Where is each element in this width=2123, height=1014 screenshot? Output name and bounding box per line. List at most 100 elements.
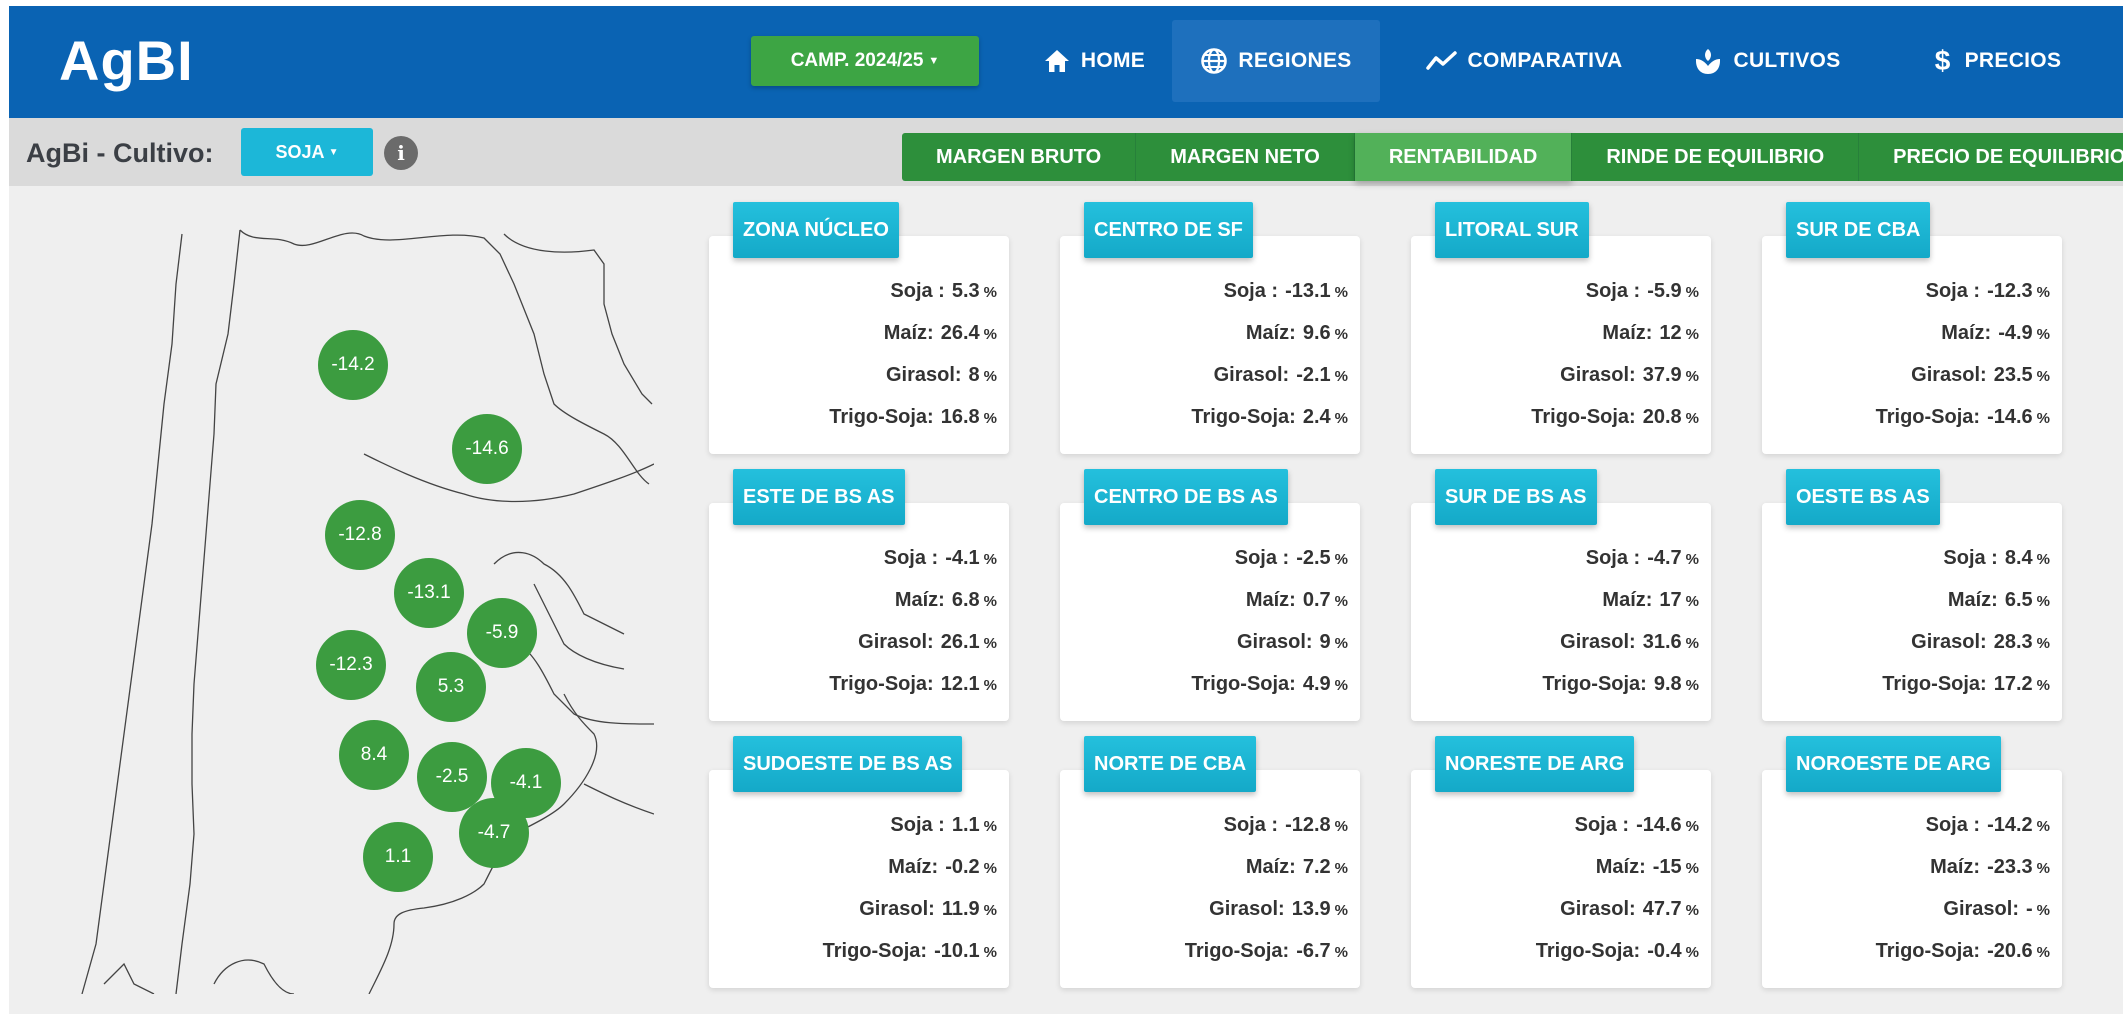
crop-name: Girasol: — [1209, 898, 1285, 920]
crop-value: 6.8 — [951, 589, 980, 611]
map-bubble-centro-sf[interactable]: -13.1 — [394, 558, 464, 628]
map-bubble-noreste[interactable]: -14.6 — [452, 414, 522, 484]
crop-value-row: Soja : -12.3% — [1876, 280, 2050, 322]
percent-unit: % — [983, 593, 997, 610]
crop-name: Girasol: — [1560, 631, 1636, 653]
crop-name: Soja : — [890, 814, 945, 836]
nav-home[interactable]: HOME — [1019, 20, 1169, 102]
region-card[interactable]: ESTE DE BS AS Soja : -4.1% Maíz: 6.8% Girasol… — [709, 469, 1009, 721]
crop-value-row: Trigo-Soja: -0.4% — [1536, 940, 1699, 982]
nav-regiones[interactable]: REGIONES — [1172, 20, 1380, 102]
crop-value: 9.6 — [1302, 322, 1331, 344]
campaign-dropdown[interactable]: CAMP. 2024/25 ▼ — [751, 36, 979, 86]
nav-comparativa[interactable]: COMPARATIVA — [1409, 20, 1639, 102]
crop-value: -14.2 — [1987, 814, 2033, 836]
region-card[interactable]: SUDOESTE DE BS AS Soja :1.1% Maíz: -0.2% Gir… — [709, 736, 1009, 988]
region-card[interactable]: ZONA NÚCLEO Soja : 5.3% Maíz: 26.4% Girasol: 8… — [709, 202, 1009, 454]
tab-margen-bruto[interactable]: MARGEN BRUTO — [902, 133, 1137, 181]
crop-value-row: Girasol: 26.1% — [829, 631, 997, 673]
region-card[interactable]: NORESTE DE ARG Soja : -14.6% Maíz: -15% Giras… — [1411, 736, 1711, 988]
crop-value-row: Soja : -14.6% — [1536, 814, 1699, 856]
crop-name: Girasol: — [1213, 364, 1290, 386]
crop-value: -0.2 — [945, 856, 980, 878]
region-card-title: NOROESTE DE ARG — [1786, 736, 2001, 792]
tab-rentabilidad[interactable]: RENTABILIDAD — [1354, 133, 1573, 181]
crop-value: -13.1 — [1285, 280, 1331, 302]
crop-value: - — [2025, 898, 2033, 920]
nav-comparativa-label: COMPARATIVA — [1467, 49, 1623, 72]
map-bubble-sur-cba[interactable]: -12.3 — [316, 630, 386, 700]
crop-value: -14.6 — [1987, 406, 2033, 428]
map-bubble-noroeste[interactable]: -14.2 — [318, 330, 388, 400]
region-card[interactable]: SUR DE CBA Soja : -12.3% Maíz: -4.9% Girasol:… — [1762, 202, 2062, 454]
argentina-map: -14.2 -14.6 -12.8 -13.1 -5.9 -12.3 5.3 8… — [64, 224, 654, 994]
percent-unit: % — [1685, 410, 1699, 427]
crop-value: 8.4 — [2004, 547, 2033, 569]
crop-value-row: Trigo-Soja: 4.9% — [1191, 673, 1348, 715]
region-card[interactable]: CENTRO DE BS AS Soja : -2.5% Maíz: 0.7% Giras… — [1060, 469, 1360, 721]
crop-name: Soja : — [1574, 814, 1630, 836]
crop-name: Trigo-Soja: — [1882, 673, 1987, 695]
brand-logo[interactable]: AgBI — [59, 28, 194, 93]
crop-value: -4.7 — [1647, 547, 1682, 569]
crop-name: Maíz: — [894, 589, 945, 611]
percent-unit: % — [2036, 593, 2050, 610]
info-icon[interactable]: i — [384, 136, 418, 170]
nav-precios[interactable]: $ PRECIOS — [1917, 20, 2079, 102]
crop-name: Girasol: — [1911, 364, 1987, 386]
region-card[interactable]: SUR DE BS AS Soja : -4.7% Maíz: 17% Girasol: 3… — [1411, 469, 1711, 721]
map-bubble-zona-nucleo[interactable]: 5.3 — [416, 652, 486, 722]
crop-value: 2.4 — [1302, 406, 1331, 428]
crop-value-row: Girasol: 23.5% — [1876, 364, 2050, 406]
crop-name: Maíz: — [883, 322, 934, 344]
region-card[interactable]: NOROESTE DE ARG Soja : -14.2% Maíz: -23.3% Gi… — [1762, 736, 2062, 988]
percent-unit: % — [983, 635, 997, 652]
crop-name: Maíz: — [1947, 589, 1998, 611]
percent-unit: % — [1685, 902, 1699, 919]
crop-name: Maíz: — [1245, 856, 1296, 878]
region-card-values: Soja : -12.3% Maíz: -4.9% Girasol: 23.5% Trigo… — [1876, 280, 2050, 448]
map-bubble-sudoeste-bs-as[interactable]: 1.1 — [363, 822, 433, 892]
map-bubble-norte-cba[interactable]: -12.8 — [325, 500, 395, 570]
tab-rinde-de-equilibrio[interactable]: RINDE DE EQUILIBRIO — [1572, 133, 1860, 181]
tab-precio-de-equilibrio[interactable]: PRECIO DE EQUILIBRIO — [1859, 133, 2123, 181]
percent-unit: % — [1685, 818, 1699, 835]
crop-value-row: Girasol: 13.9% — [1185, 898, 1348, 940]
crop-value-row: Trigo-Soja: -6.7% — [1185, 940, 1348, 982]
home-icon — [1044, 50, 1069, 72]
crop-value-row: Trigo-Soja: 2.4% — [1191, 406, 1348, 448]
percent-unit: % — [2036, 944, 2050, 961]
crop-value-row: Girasol: 11.9% — [823, 898, 997, 940]
crop-value-row: Soja : -4.1% — [829, 547, 997, 589]
percent-unit: % — [1334, 902, 1348, 919]
crop-name: Soja : — [1234, 547, 1290, 569]
crop-value: -12.8 — [1285, 814, 1331, 836]
crop-value: 5.3 — [951, 280, 980, 302]
tab-margen-neto[interactable]: MARGEN NETO — [1136, 133, 1355, 181]
region-card[interactable]: LITORAL SUR Soja : -5.9% Maíz: 12% Girasol: 37… — [1411, 202, 1711, 454]
crop-value: -2.1 — [1296, 364, 1331, 386]
region-card[interactable]: NORTE DE CBA Soja : -12.8% Maíz: 7.2% Girasol… — [1060, 736, 1360, 988]
crop-value: -10.1 — [934, 940, 980, 962]
crop-value-row: Soja : -4.7% — [1542, 547, 1699, 589]
map-bubble-sur-bs-as[interactable]: -4.7 — [459, 798, 529, 868]
percent-unit: % — [1334, 368, 1348, 385]
region-card-values: Soja : -4.1% Maíz: 6.8% Girasol: 26.1% Trigo-S… — [829, 547, 997, 715]
region-card[interactable]: CENTRO DE SF Soja : -13.1% Maíz: 9.6% Girasol… — [1060, 202, 1360, 454]
percent-unit: % — [1334, 635, 1348, 652]
percent-unit: % — [1685, 368, 1699, 385]
nav-cultivos[interactable]: CULTIVOS — [1681, 20, 1853, 102]
map-bubble-litoral-sur[interactable]: -5.9 — [467, 598, 537, 668]
crop-name: Soja : — [1943, 547, 1998, 569]
percent-unit: % — [983, 818, 997, 835]
crop-name: Maíz: — [1602, 589, 1653, 611]
crop-value-row: Maíz: 6.5% — [1882, 589, 2050, 631]
percent-unit: % — [983, 677, 997, 694]
region-card-title: CENTRO DE SF — [1084, 202, 1253, 258]
line-chart-icon — [1425, 51, 1457, 70]
region-card-values: Soja :5.3% Maíz: 26.4% Girasol: 8% Trigo-Soja… — [829, 280, 997, 448]
crop-dropdown[interactable]: SOJA ▼ — [241, 128, 373, 176]
map-bubble-oeste-bs-as[interactable]: 8.4 — [339, 720, 409, 790]
crop-name: Trigo-Soja: — [1535, 940, 1641, 962]
region-card[interactable]: OESTE BS AS Soja : 8.4% Maíz: 6.5% Girasol: 28… — [1762, 469, 2062, 721]
